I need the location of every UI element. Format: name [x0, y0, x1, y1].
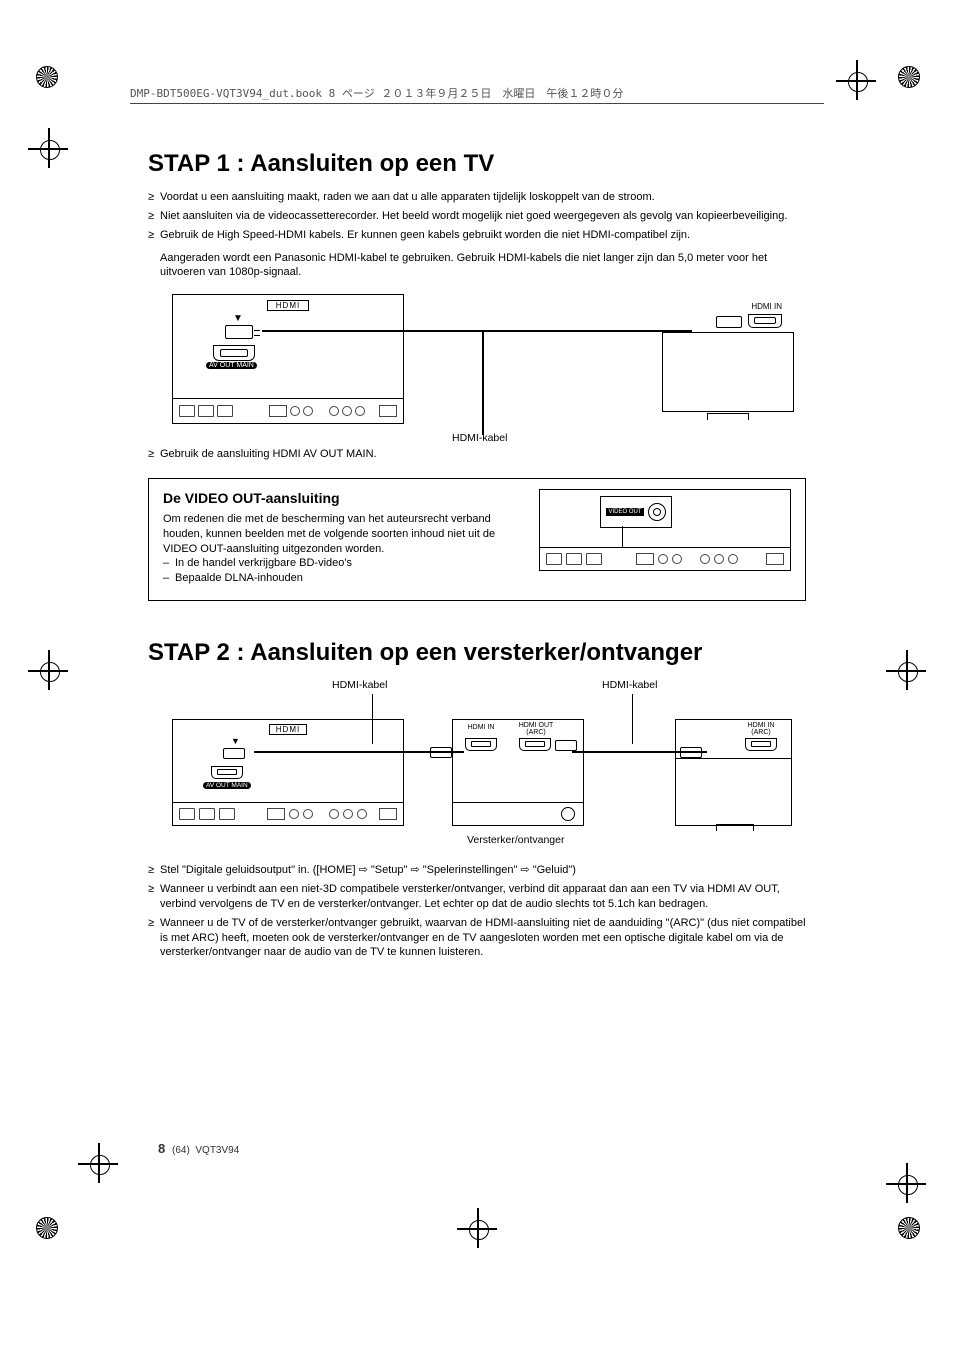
- video-out-box: De VIDEO OUT-aansluiting Om redenen die …: [148, 478, 806, 601]
- crop-mark-icon: [28, 128, 68, 168]
- manual-page: DMP-BDT500EG-VQT3V94_dut.book 8 ページ ２０１３…: [0, 0, 954, 1348]
- player-diagram: HDMI ▼ AV OUT MAIN: [172, 294, 404, 424]
- bullet-item: Gebruik de aansluiting HDMI AV OUT MAIN.: [148, 447, 806, 462]
- stap1-bullets: Voordat u een aansluiting maakt, raden w…: [148, 190, 806, 243]
- video-out-item: Bepaalde DLNA-inhouden: [163, 571, 523, 586]
- video-out-intro: Om redenen die met de bescherming van he…: [163, 512, 523, 557]
- hdmi-port-icon: [745, 738, 777, 751]
- hdmi-port-icon: [748, 314, 782, 328]
- bullet-item: Stel "Digitale geluidsoutput" in. ([HOME…: [148, 863, 806, 878]
- cable-leader-line: [482, 330, 484, 435]
- video-out-port-label: VIDEO OUT: [606, 508, 643, 516]
- amp-caption: Versterker/ontvanger: [467, 834, 564, 846]
- leader-line: [622, 526, 623, 548]
- av-out-main-label: AV OUT MAIN: [203, 782, 251, 789]
- player-back-panel: [173, 398, 403, 423]
- hdmi-port-icon: [519, 738, 551, 751]
- bullet-item: Wanneer u verbindt aan een niet-3D compa…: [148, 882, 806, 912]
- stap1-heading: STAP 1 : Aansluiten op een TV: [148, 150, 806, 178]
- hdmi-logo-icon: HDMI: [269, 724, 307, 735]
- page-number: 8: [158, 1141, 165, 1156]
- hdmi-plug-icon: [225, 325, 253, 339]
- hdmi-cable-caption: HDMI-kabel: [332, 679, 387, 691]
- page-content: STAP 1 : Aansluiten op een TV Voordat u …: [148, 150, 806, 968]
- registration-mark-icon: [30, 1211, 62, 1243]
- hdmi-plug-icon: [430, 747, 452, 758]
- av-out-main-label: AV OUT MAIN: [206, 362, 257, 369]
- registration-mark-icon: [30, 60, 62, 92]
- hdmi-logo-icon: HDMI: [267, 300, 309, 311]
- hdmi-out-arc-label: HDMI OUT (ARC): [511, 722, 561, 736]
- hdmi-in-label: HDMI IN: [461, 724, 501, 731]
- hdmi-in-label: HDMI IN: [751, 302, 782, 311]
- crop-mark-icon: [836, 60, 876, 100]
- tv-diagram: HDMI IN: [662, 294, 792, 414]
- hdmi-port-icon: [465, 738, 497, 751]
- video-out-title: De VIDEO OUT-aansluiting: [163, 489, 523, 508]
- registration-mark-icon: [892, 1211, 924, 1243]
- hdmi-plug-icon: [555, 740, 577, 751]
- stap2-heading: STAP 2 : Aansluiten op een versterker/on…: [148, 639, 806, 667]
- bullet-item: Niet aansluiten via de videocassettereco…: [148, 209, 806, 224]
- bullet-subtext: Aangeraden wordt een Panasonic HDMI-kabe…: [148, 251, 806, 281]
- hdmi-in-arc-label: HDMI IN (ARC): [737, 722, 785, 736]
- hdmi-port-icon: [213, 345, 255, 361]
- hdmi-cable-caption: HDMI-kabel: [452, 432, 507, 444]
- crop-mark-icon: [78, 1143, 118, 1183]
- hdmi-plug-icon: [716, 316, 742, 328]
- bullet-item: Wanneer u de TV of de versterker/ontvang…: [148, 916, 806, 961]
- tv-stand-icon: [707, 413, 749, 420]
- page-paren: (64): [172, 1145, 190, 1156]
- rca-jack-icon: [648, 503, 666, 521]
- doc-code: VQT3V94: [195, 1145, 239, 1156]
- crop-mark-icon: [886, 1163, 926, 1203]
- leader-line: [632, 694, 633, 744]
- video-out-diagram: VIDEO OUT: [539, 489, 791, 571]
- video-out-zoom: VIDEO OUT: [600, 496, 672, 528]
- stap2-bullets: Stel "Digitale geluidsoutput" in. ([HOME…: [148, 863, 806, 960]
- player-back-panel: [540, 547, 790, 570]
- player-diagram: HDMI ▼ AV OUT MAIN: [172, 719, 404, 826]
- tv-stand-icon: [716, 824, 754, 831]
- hdmi-port-icon: [211, 766, 243, 779]
- video-out-item: In de handel verkrijgbare BD-video's: [163, 556, 523, 571]
- doc-header: DMP-BDT500EG-VQT3V94_dut.book 8 ページ ２０１３…: [130, 85, 824, 104]
- hdmi-cable-line: [262, 330, 692, 332]
- hdmi-cable-caption: HDMI-kabel: [602, 679, 657, 691]
- arrow-down-icon: ▼: [233, 313, 243, 324]
- crop-mark-icon: [457, 1208, 497, 1248]
- crop-mark-icon: [28, 650, 68, 690]
- tv-screen-icon: [662, 332, 794, 412]
- bullet-item: Voordat u een aansluiting maakt, raden w…: [148, 190, 806, 205]
- crop-mark-icon: [886, 650, 926, 690]
- page-footer: 8 (64) VQT3V94: [158, 1141, 239, 1156]
- stap2-diagram: HDMI-kabel HDMI-kabel HDMI ▼ AV OUT MAIN: [172, 679, 792, 849]
- tv-diagram: HDMI IN (ARC): [675, 719, 792, 826]
- tv-screen-icon: [676, 758, 791, 825]
- stap1-after-bullets: Gebruik de aansluiting HDMI AV OUT MAIN.: [148, 447, 806, 462]
- registration-mark-icon: [892, 60, 924, 92]
- arrow-down-icon: ▼: [231, 736, 240, 746]
- hdmi-plug-icon: [223, 748, 245, 759]
- amp-diagram: HDMI IN HDMI OUT (ARC): [452, 719, 584, 826]
- stap1-diagram: HDMI ▼ AV OUT MAIN: [172, 294, 792, 439]
- player-back-panel: [173, 802, 403, 825]
- bullet-item: Gebruik de High Speed-HDMI kabels. Er ku…: [148, 228, 806, 243]
